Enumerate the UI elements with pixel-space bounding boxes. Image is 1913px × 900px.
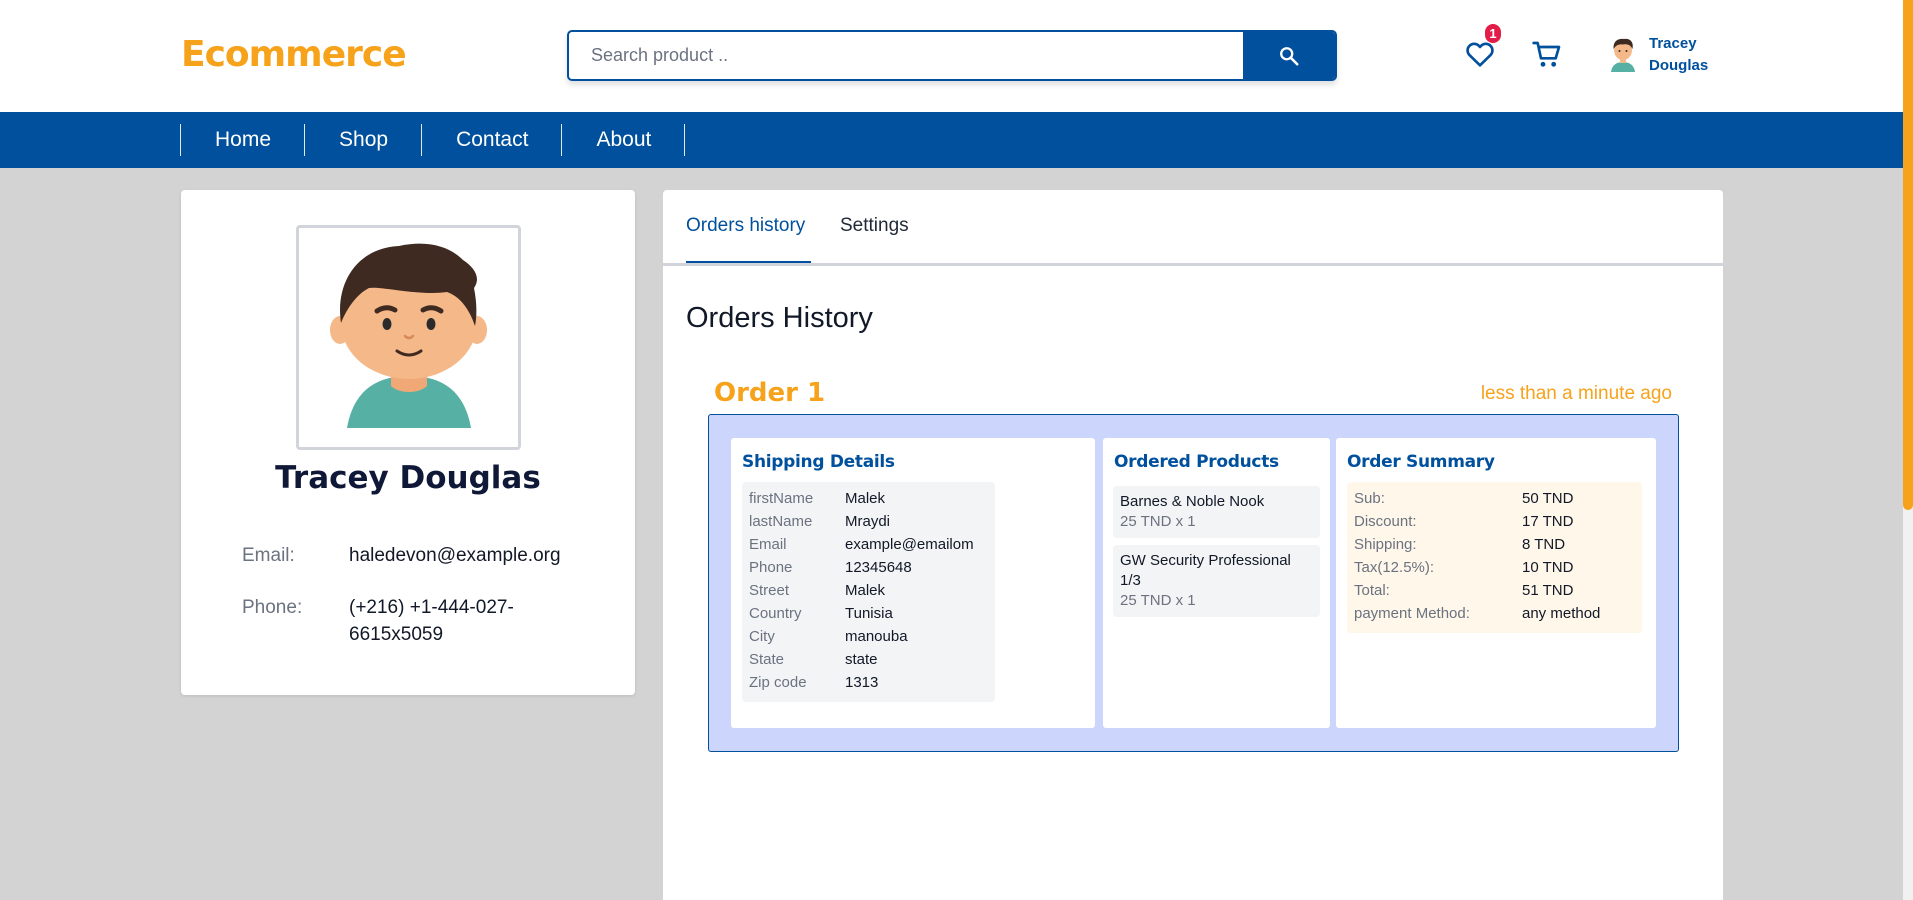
order-summary-list: Sub: 50 TND Discount: 17 TND Shipping: 8 TND T… [1347, 482, 1642, 633]
detail-key: payment Method: [1354, 605, 1470, 622]
page-scrollbar-thumb[interactable] [1903, 0, 1913, 510]
detail-value: Malek [845, 582, 886, 599]
detail-value: 10 TND [1522, 559, 1574, 576]
phone-label: Phone: [242, 597, 303, 618]
search-button[interactable] [1243, 32, 1335, 79]
detail-row: lastName Mraydi [749, 510, 988, 533]
detail-value: Malek [845, 490, 886, 507]
detail-value: Mraydi [845, 513, 891, 530]
nav-home[interactable]: Home [180, 124, 304, 156]
order-summary-panel: Order Summary Sub: 50 TND Discount: 17 TND S… [1336, 438, 1656, 728]
detail-key: firstName [749, 490, 814, 507]
search-icon [1280, 46, 1299, 66]
product-price: 25 TND x 1 [1120, 513, 1196, 530]
detail-value: 50 TND [1522, 490, 1574, 507]
product-name: Barnes & Noble Nook [1120, 493, 1265, 510]
product-item: GW Security Professional 1/3 25 TND x 1 [1113, 545, 1320, 617]
detail-key: lastName [749, 513, 813, 530]
detail-row: payment Method: any method [1354, 602, 1635, 625]
profile-name: Tracey Douglas [275, 460, 541, 496]
tab-settings[interactable]: Settings [840, 215, 909, 237]
detail-row: Email example@emailom [749, 533, 988, 556]
detail-row: City manouba [749, 625, 988, 648]
shipping-details-title: Shipping Details [742, 452, 895, 472]
detail-row: firstName Malek [749, 487, 988, 510]
order-card: Shipping Details firstName Malek lastName M… [708, 414, 1679, 752]
detail-key: Discount: [1354, 513, 1417, 530]
detail-row: Zip code 1313 [749, 671, 988, 694]
tab-orders-history[interactable]: Orders history [686, 215, 805, 237]
detail-value: example@emailom [845, 536, 974, 553]
user-first-name: Tracey [1649, 35, 1697, 52]
phone-value: (+216) +1-444-027-6615x5059 [349, 597, 514, 645]
main-content: Orders history Settings Orders History O… [663, 190, 1723, 900]
order-title: Order 1 [714, 378, 826, 408]
detail-value: 17 TND [1522, 513, 1574, 530]
order-summary-title: Order Summary [1347, 452, 1495, 472]
detail-key: City [749, 628, 775, 645]
shipping-details-list: firstName Malek lastName Mraydi Email example… [742, 482, 995, 702]
detail-key: Shipping: [1354, 536, 1417, 553]
detail-key: Country [749, 605, 802, 622]
detail-key: Sub: [1354, 490, 1385, 507]
product-item: Barnes & Noble Nook 25 TND x 1 [1113, 486, 1320, 538]
cart-button[interactable] [1531, 39, 1563, 71]
detail-row: Shipping: 8 TND [1354, 533, 1635, 556]
detail-value: 51 TND [1522, 582, 1574, 599]
product-name: GW Security Professional 1/3 [1120, 552, 1291, 589]
email-label: Email: [242, 545, 295, 566]
email-value: haledevon@example.org [349, 545, 561, 566]
shipping-details-panel: Shipping Details firstName Malek lastName M… [731, 438, 1095, 728]
detail-row: Tax(12.5%): 10 TND [1354, 556, 1635, 579]
active-tab-indicator [686, 261, 811, 263]
detail-value: 8 TND [1522, 536, 1566, 553]
detail-key: Zip code [749, 674, 807, 691]
detail-row: Sub: 50 TND [1354, 487, 1635, 510]
nav-about[interactable]: About [561, 124, 686, 156]
user-avatar-icon[interactable] [1608, 36, 1638, 72]
wishlist-count-badge: 1 [1485, 24, 1501, 43]
detail-value: 1313 [845, 674, 879, 691]
search-bar [567, 30, 1337, 81]
user-last-name: Douglas [1649, 57, 1709, 74]
detail-key: Email [749, 536, 787, 553]
detail-value: manouba [845, 628, 908, 645]
detail-key: Phone [749, 559, 793, 576]
ordered-products-panel: Ordered Products Barnes & Noble Nook 25 … [1103, 438, 1330, 728]
detail-value: 12345648 [845, 559, 912, 576]
detail-row: State state [749, 648, 988, 671]
ordered-products-title: Ordered Products [1114, 452, 1279, 472]
detail-row: Street Malek [749, 579, 988, 602]
detail-row: Phone 12345648 [749, 556, 988, 579]
profile-tabs: Orders history Settings [663, 190, 1723, 266]
detail-key: Tax(12.5%): [1354, 559, 1435, 576]
site-logo[interactable]: Ecommerce [181, 34, 407, 75]
nav-shop[interactable]: Shop [304, 124, 421, 156]
profile-avatar [296, 225, 521, 450]
profile-card: Tracey Douglas Email: haledevon@example.… [181, 190, 635, 695]
detail-key: Street [749, 582, 790, 599]
nav-contact[interactable]: Contact [421, 124, 561, 156]
cart-icon [1532, 41, 1561, 67]
avatar-illustration [330, 243, 487, 428]
detail-key: Total: [1354, 582, 1390, 599]
detail-row: Total: 51 TND [1354, 579, 1635, 602]
site-header: Ecommerce 1 Trac [0, 0, 1903, 112]
detail-value: state [845, 651, 878, 668]
user-menu-button[interactable]: Tracey Douglas [1649, 33, 1708, 77]
detail-row: Discount: 17 TND [1354, 510, 1635, 533]
order-timestamp: less than a minute ago [1480, 383, 1672, 404]
detail-value: any method [1522, 605, 1601, 622]
detail-row: Country Tunisia [749, 602, 988, 625]
detail-value: Tunisia [845, 605, 893, 622]
detail-key: State [749, 651, 785, 668]
page-title: Orders History [686, 302, 873, 334]
main-nav: Home Shop Contact About [0, 112, 1903, 168]
product-price: 25 TND x 1 [1120, 592, 1196, 609]
search-input[interactable] [569, 32, 1244, 79]
